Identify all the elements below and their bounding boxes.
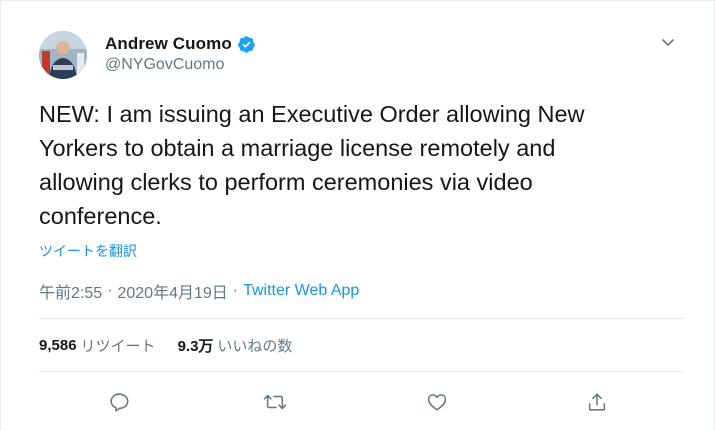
retweets-stat[interactable]: 9,586 リツイート — [39, 335, 156, 356]
verified-badge-icon — [237, 35, 256, 54]
author-row: Andrew Cuomo — [105, 34, 256, 54]
tweet-time[interactable]: 午前2:55 — [39, 279, 102, 303]
avatar[interactable] — [39, 31, 87, 79]
retweets-label: リツイート — [80, 338, 156, 355]
likes-label: いいねの数 — [217, 338, 293, 355]
author-name[interactable]: Andrew Cuomo — [105, 34, 232, 54]
tweet-text: NEW: I am issuing an Executive Order all… — [39, 101, 585, 229]
author-handle[interactable]: @NYGovCuomo — [105, 56, 224, 74]
tweet-actions — [1, 385, 715, 419]
divider — [39, 371, 684, 372]
likes-count: 9.3万 — [177, 338, 214, 355]
translate-tweet-link[interactable]: ツイートを翻訳 — [39, 241, 137, 261]
tweet-stats: 9,586 リツイート 9.3万 いいねの数 — [39, 335, 292, 356]
likes-stat[interactable]: 9.3万 いいねの数 — [178, 335, 293, 356]
reply-icon[interactable] — [102, 385, 136, 419]
tweet-source-link[interactable]: Twitter Web App — [243, 282, 359, 300]
tweet-meta: 午前2:55 · 2020年4月19日 · Twitter Web App — [39, 279, 359, 303]
chevron-down-icon[interactable] — [657, 31, 679, 53]
heart-icon[interactable] — [420, 385, 454, 419]
tweet-date[interactable]: 2020年4月19日 — [117, 279, 227, 303]
avatar-image — [39, 31, 87, 79]
retweet-icon[interactable] — [258, 385, 292, 419]
retweets-count: 9,586 — [39, 337, 77, 354]
tweet-card: Andrew Cuomo @NYGovCuomo NEW: I am issui… — [0, 0, 715, 431]
meta-separator: · — [107, 282, 113, 299]
divider — [39, 318, 684, 319]
meta-separator: · — [232, 282, 239, 299]
share-icon[interactable] — [580, 385, 614, 419]
